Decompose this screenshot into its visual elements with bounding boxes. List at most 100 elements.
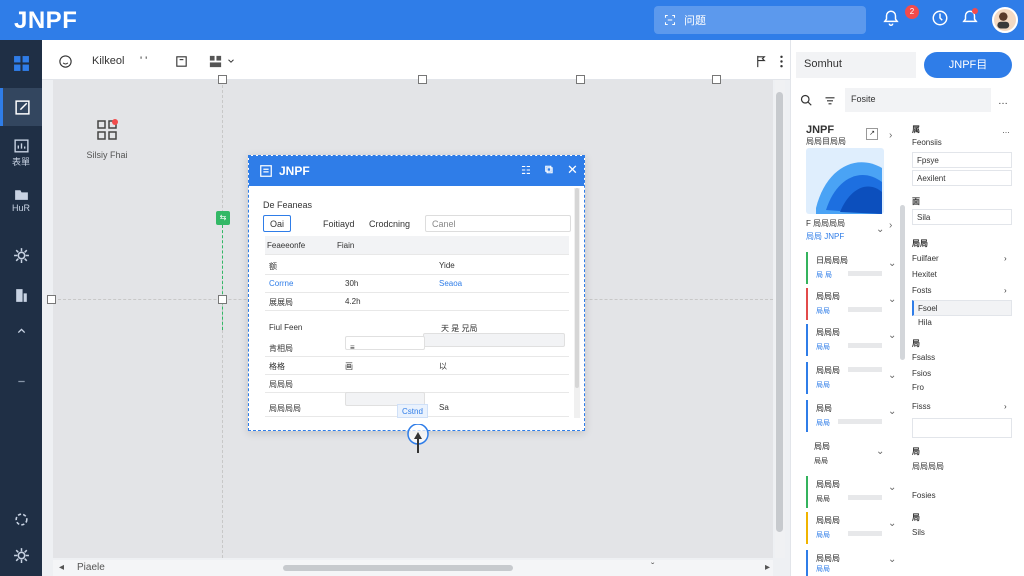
props-option-selected[interactable]: Fsoel xyxy=(912,300,1012,316)
timer-icon[interactable] xyxy=(931,9,953,31)
props-option[interactable]: Fosies xyxy=(912,491,936,500)
form-dialog[interactable]: JNPF ☷ ⧉ ✕ De Feaneas Oai Foitiayd Crodc… xyxy=(248,155,585,431)
canvas-widget[interactable]: Silsiy Fhai xyxy=(84,118,130,160)
list-item[interactable]: 日局局局 局 局 xyxy=(806,252,882,284)
more-icon[interactable]: … xyxy=(1002,126,1010,135)
chevron-down-icon[interactable]: ⌄ xyxy=(888,330,896,341)
chevron-right-icon[interactable]: › xyxy=(1004,402,1007,411)
dialog-scrollbar[interactable] xyxy=(574,188,580,418)
nav-plugins[interactable] xyxy=(0,500,42,538)
dialog-header[interactable]: JNPF ☷ ⧉ ✕ xyxy=(249,156,584,186)
resize-handle[interactable] xyxy=(576,75,585,84)
props-field[interactable]: Aexilent xyxy=(912,170,1012,186)
chevron-right-icon[interactable]: › xyxy=(1004,254,1007,263)
props-option[interactable]: Hila xyxy=(918,318,932,327)
chevron-down-icon[interactable]: ⌄ xyxy=(888,294,896,305)
list-item[interactable]: 局局局 局局 xyxy=(806,324,882,356)
chevron-down-icon[interactable]: ⌄ xyxy=(888,406,896,417)
chevron-down-icon[interactable]: ⌄ xyxy=(888,482,896,493)
input-field[interactable]: ≡ xyxy=(345,336,425,352)
scroll-left-icon[interactable]: ◂ xyxy=(59,562,64,573)
panel-search[interactable]: Somhut xyxy=(796,52,916,78)
dialog-maximize-button[interactable]: ⧉ xyxy=(545,164,553,177)
list-item[interactable]: 局局局 局局 xyxy=(806,476,882,508)
table-row[interactable]: Corrne 30h Seaoa xyxy=(265,274,569,293)
props-field[interactable]: Fpsye xyxy=(912,152,1012,168)
list-item[interactable]: 局局局 局局 xyxy=(806,288,882,320)
user-avatar[interactable] xyxy=(992,7,1018,33)
list-item[interactable]: 局局局 局局 xyxy=(806,512,882,544)
tab-canel[interactable]: Canel xyxy=(425,215,571,232)
nav-form[interactable]: 表單 xyxy=(0,134,42,172)
panel-scrollbar[interactable] xyxy=(900,205,905,360)
tab-foitiayd[interactable]: Foitiayd xyxy=(317,215,361,232)
resize-handle[interactable] xyxy=(218,295,227,304)
layout-dropdown[interactable] xyxy=(208,52,236,70)
nav-settings[interactable] xyxy=(0,236,42,274)
nav-folder[interactable]: HuR xyxy=(0,180,42,218)
panel-filter[interactable]: Fosite xyxy=(845,88,991,112)
chevron-down-icon[interactable]: ⌄ xyxy=(888,554,896,565)
tab-oai[interactable]: Oai xyxy=(263,215,292,232)
list-item[interactable]: 局局局 局局 xyxy=(806,362,882,394)
featured-caption-link[interactable]: 局局 JNPF xyxy=(806,231,844,242)
save-button[interactable]: Cstnd xyxy=(397,404,428,418)
chevron-right-icon[interactable]: › xyxy=(889,130,892,141)
nav-collapse[interactable] xyxy=(0,312,42,350)
scroll-right-icon[interactable]: ▸ xyxy=(765,562,770,573)
chevron-down-icon[interactable]: ⌄ xyxy=(888,258,896,269)
chevron-down-icon[interactable]: ⌄ xyxy=(888,370,896,381)
nav-edit[interactable] xyxy=(0,88,42,126)
list-item[interactable]: 局局 局局 xyxy=(806,400,882,432)
tab-crodcning[interactable]: Crodcning xyxy=(363,215,417,232)
global-search[interactable]: 问题 xyxy=(654,6,866,34)
props-option[interactable]: Fsalss xyxy=(912,353,935,362)
more-button[interactable] xyxy=(774,52,789,70)
row-link[interactable]: Corrne xyxy=(269,279,293,288)
resize-handle[interactable] xyxy=(218,75,227,84)
resize-handle[interactable] xyxy=(47,295,56,304)
chevron-right-icon[interactable]: › xyxy=(889,220,892,231)
table-row[interactable]: 局局局 xyxy=(265,374,569,393)
canvas-vertical-scrollbar[interactable] xyxy=(775,80,785,558)
canvas-horizontal-scrollbar[interactable]: ◂ Piaele ˇ ▸ xyxy=(53,560,773,576)
filter-icon[interactable] xyxy=(824,94,836,106)
table-row[interactable]: 展展局 4.2h xyxy=(265,292,569,311)
props-option[interactable]: Fro xyxy=(912,383,924,392)
table-row[interactable]: 额 Yide xyxy=(265,256,569,275)
close-icon[interactable]: ✕ xyxy=(567,162,578,178)
chevron-down-icon[interactable]: ⌄ xyxy=(876,224,884,235)
nav-dashboard[interactable] xyxy=(0,44,42,82)
props-option[interactable]: Fisss xyxy=(912,402,931,411)
row-link[interactable]: Seaoa xyxy=(439,279,462,288)
flag-button[interactable] xyxy=(754,52,769,70)
list-item[interactable]: 局局 局局 xyxy=(806,438,882,470)
chevron-right-icon[interactable]: › xyxy=(1004,286,1007,295)
chevron-down-icon[interactable]: ⌄ xyxy=(888,518,896,529)
resize-handle[interactable] xyxy=(712,75,721,84)
nav-docs[interactable] xyxy=(0,276,42,314)
app-logo[interactable]: JNPF xyxy=(14,7,77,35)
emoji-button[interactable] xyxy=(58,52,73,70)
props-option[interactable]: Fsios xyxy=(912,369,931,378)
dialog-settings-button[interactable]: ☷ xyxy=(521,164,531,177)
list-item[interactable]: 局局局 局局 xyxy=(806,550,882,576)
resize-handle[interactable] xyxy=(418,75,427,84)
props-field[interactable]: Sila xyxy=(912,209,1012,225)
props-option[interactable]: Fosts xyxy=(912,286,932,295)
chevron-down-icon[interactable]: ⌄ xyxy=(876,446,884,457)
nav-system-settings[interactable] xyxy=(0,536,42,574)
search-icon[interactable] xyxy=(800,94,812,106)
props-input[interactable] xyxy=(912,418,1012,438)
props-option[interactable]: Fuilfaer xyxy=(912,254,939,263)
props-option[interactable]: Sils xyxy=(912,528,925,537)
props-option[interactable]: Hexitet xyxy=(912,270,937,279)
primary-button[interactable]: JNPF目 xyxy=(924,52,1012,78)
frame-button[interactable] xyxy=(174,52,189,70)
external-link-icon[interactable]: ↗ xyxy=(866,128,878,140)
bell-icon[interactable] xyxy=(882,9,904,31)
guide-marker[interactable]: ⇆ xyxy=(216,211,230,225)
more-icon[interactable]: … xyxy=(998,96,1008,107)
props-option[interactable]: 局局局局 xyxy=(912,461,944,472)
table-row[interactable]: 格格 画 以 xyxy=(265,356,569,375)
